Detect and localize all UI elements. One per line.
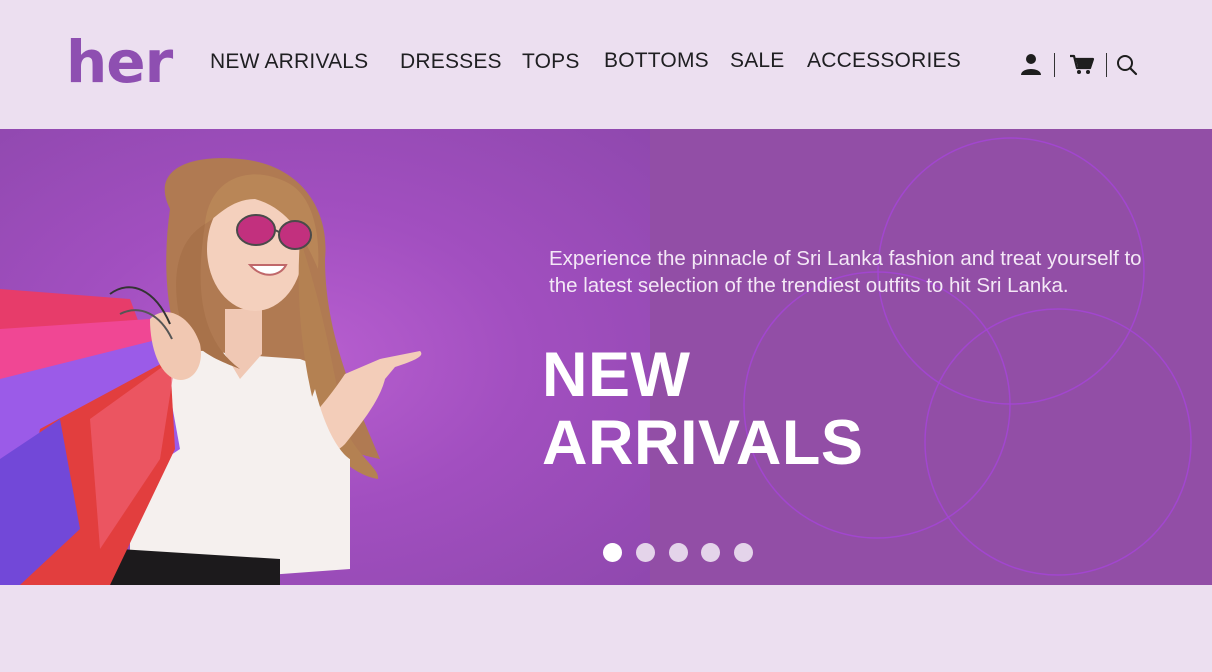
nav-new-arrivals[interactable]: NEW ARRIVALS	[210, 50, 368, 74]
carousel-dot-2[interactable]	[636, 543, 655, 562]
nav-tops[interactable]: TOPS	[522, 50, 580, 74]
hero-banner: Experience the pinnacle of Sri Lanka fas…	[0, 129, 1212, 585]
nav-bottoms[interactable]: BOTTOMS	[604, 49, 709, 73]
hero-title: NEW ARRIVALS	[542, 341, 962, 477]
carousel-dot-4[interactable]	[701, 543, 720, 562]
nav-dresses[interactable]: DRESSES	[400, 50, 502, 74]
divider	[1106, 53, 1107, 77]
nav-accessories[interactable]: ACCESSORIES	[807, 49, 961, 73]
carousel-dots	[603, 543, 763, 563]
hero-title-line-1: NEW	[542, 340, 691, 410]
brand-logo[interactable]: her	[66, 22, 173, 102]
carousel-dot-3[interactable]	[669, 543, 688, 562]
page: her NEW ARRIVALS DRESSES TOPS BOTTOMS SA…	[0, 0, 1212, 672]
site-header: her NEW ARRIVALS DRESSES TOPS BOTTOMS SA…	[0, 0, 1212, 128]
hero-description: Experience the pinnacle of Sri Lanka fas…	[549, 246, 1142, 297]
carousel-dot-5[interactable]	[734, 543, 753, 562]
user-icon[interactable]	[1018, 50, 1044, 78]
hero-title-line-2: ARRIVALS	[542, 408, 864, 478]
search-icon[interactable]	[1114, 50, 1140, 78]
cart-icon[interactable]	[1068, 50, 1096, 78]
nav-sale[interactable]: SALE	[730, 49, 785, 73]
carousel-dot-1[interactable]	[603, 543, 622, 562]
divider	[1054, 53, 1055, 77]
header-actions	[1018, 50, 1158, 80]
